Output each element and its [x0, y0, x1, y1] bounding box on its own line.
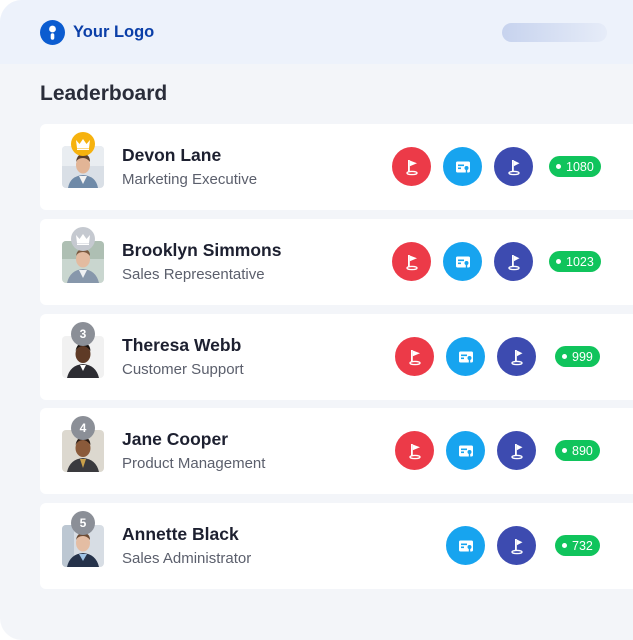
entry-name: Devon Lane	[122, 145, 222, 165]
entry-role: Sales Administrator	[122, 550, 252, 567]
score-badge: 999	[555, 346, 600, 367]
indigo-flag-icon[interactable]	[497, 337, 536, 376]
red-flag-icon[interactable]	[395, 431, 434, 470]
entry-name: Annette Black	[122, 524, 239, 544]
id-card-icon[interactable]	[446, 431, 485, 470]
entry-role: Product Management	[122, 455, 266, 472]
red-flag-icon[interactable]	[392, 147, 431, 186]
entry-name: Theresa Webb	[122, 335, 242, 355]
score-badge: 890	[555, 440, 600, 461]
crown-silver-icon	[71, 227, 95, 251]
crown-gold-icon	[71, 132, 95, 156]
id-card-icon[interactable]	[443, 147, 482, 186]
score-badge: 1023	[549, 251, 601, 272]
score-badge: 732	[555, 535, 600, 556]
logo-text: Your Logo	[73, 23, 155, 41]
score-value: 999	[572, 349, 593, 364]
leaderboard-row[interactable]: 3 Theresa Webb Customer Support 999	[40, 314, 633, 400]
leaderboard-row[interactable]: 4 Jane Cooper Product Management 890	[40, 408, 633, 494]
header-placeholder-pill	[502, 23, 607, 42]
user-logo-icon	[40, 20, 65, 45]
entry-role: Sales Representative	[122, 266, 265, 283]
rank-number-badge: 3	[71, 322, 95, 346]
indigo-flag-icon[interactable]	[497, 431, 536, 470]
id-card-icon[interactable]	[443, 242, 482, 281]
entry-name: Brooklyn Simmons	[122, 240, 282, 260]
entry-role: Marketing Executive	[122, 171, 258, 188]
id-card-icon[interactable]	[446, 526, 485, 565]
leaderboard-row[interactable]: Devon Lane Marketing Executive 1080	[40, 124, 633, 210]
page-title: Leaderboard	[40, 82, 168, 105]
logo[interactable]: Your Logo	[40, 20, 154, 45]
indigo-flag-icon[interactable]	[494, 147, 533, 186]
score-value: 1080	[566, 159, 594, 174]
leaderboard-panel: Your Logo Leaderboard Devon Lane Marketi…	[0, 0, 633, 640]
entry-role: Customer Support	[122, 361, 244, 378]
score-value: 732	[572, 538, 593, 553]
score-badge: 1080	[549, 156, 601, 177]
header-bar: Your Logo	[0, 0, 633, 64]
red-flag-icon[interactable]	[395, 337, 434, 376]
id-card-icon[interactable]	[446, 337, 485, 376]
rank-number-badge: 4	[71, 416, 95, 440]
leaderboard-row[interactable]: 5 Annette Black Sales Administrator 732	[40, 503, 633, 589]
score-value: 1023	[566, 254, 594, 269]
rank-number-badge: 5	[71, 511, 95, 535]
indigo-flag-icon[interactable]	[497, 526, 536, 565]
red-flag-icon[interactable]	[392, 242, 431, 281]
indigo-flag-icon[interactable]	[494, 242, 533, 281]
entry-name: Jane Cooper	[122, 429, 228, 449]
score-value: 890	[572, 443, 593, 458]
leaderboard-row[interactable]: Brooklyn Simmons Sales Representative 10…	[40, 219, 633, 305]
